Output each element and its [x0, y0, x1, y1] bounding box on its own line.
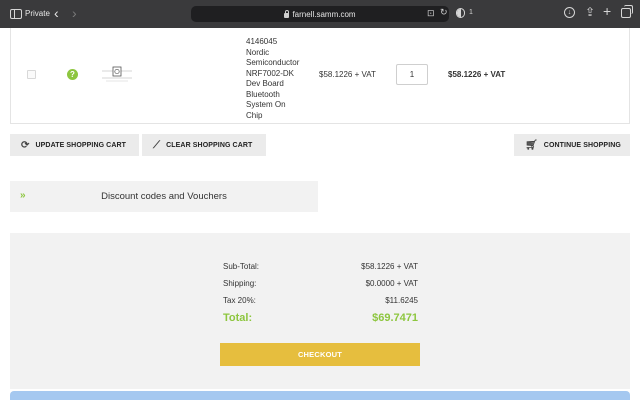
- unit-price: $58.1226 + VAT: [319, 70, 376, 79]
- url-text: farnell.samm.com: [292, 9, 356, 19]
- sidebar-icon[interactable]: [10, 9, 22, 19]
- update-cart-label: UPDATE SHOPPING CART: [35, 141, 127, 149]
- subtotal-label: Sub-Total:: [223, 262, 260, 271]
- tax-value: $11.6245: [385, 296, 418, 305]
- cart-icon: 🛒︎: [525, 139, 538, 151]
- refresh-icon[interactable]: ↻: [440, 7, 448, 18]
- continue-shopping-label: CONTINUE SHOPPING: [543, 141, 621, 149]
- new-tab-icon[interactable]: +: [603, 3, 611, 19]
- remove-checkbox[interactable]: [27, 70, 36, 79]
- total-label: Total:: [223, 312, 253, 324]
- tabs-overview-icon[interactable]: [621, 5, 633, 18]
- order-totals: Sub-Total: $58.1226 + VAT Shipping: $0.0…: [10, 233, 630, 389]
- clear-cart-label: CLEAR SHOPPING CART: [166, 141, 253, 149]
- total-value: $69.7471: [372, 312, 418, 324]
- shield-icon[interactable]: [456, 8, 465, 18]
- row-total: $58.1226 + VAT: [448, 70, 506, 79]
- address-bar[interactable]: farnell.samm.com: [191, 6, 449, 22]
- back-icon[interactable]: ‹: [54, 5, 59, 21]
- quantity-input[interactable]: 1: [396, 64, 428, 85]
- share-icon[interactable]: ⇪: [585, 5, 595, 19]
- refresh-icon: ⟳: [21, 139, 30, 151]
- shield-count: 1: [469, 9, 473, 16]
- download-icon[interactable]: ↓: [564, 7, 575, 18]
- continue-shopping-button[interactable]: 🛒︎ CONTINUE SHOPPING: [514, 134, 630, 156]
- discount-label: Discount codes and Vouchers: [101, 191, 227, 202]
- checkout-button[interactable]: CHECKOUT: [220, 343, 420, 366]
- product-thumbnail[interactable]: [100, 64, 134, 86]
- info-banner: [10, 391, 630, 400]
- private-label: Private: [25, 9, 50, 18]
- shipping-value: $0.0000 + VAT: [365, 279, 418, 288]
- discount-accordion[interactable]: » Discount codes and Vouchers: [10, 181, 318, 212]
- browser-toolbar: Private ‹ › farnell.samm.com ⊡ ↻ 1 ↓ ⇪ +: [0, 0, 640, 28]
- translate-icon[interactable]: ⊡: [427, 8, 435, 19]
- subtotal-value: $58.1226 + VAT: [361, 262, 418, 271]
- broom-icon: ⟋: [153, 139, 161, 151]
- forward-icon[interactable]: ›: [72, 5, 77, 21]
- shipping-label: Shipping:: [223, 279, 257, 288]
- tax-label: Tax 20%:: [223, 296, 256, 305]
- help-icon[interactable]: ?: [67, 69, 78, 80]
- product-description[interactable]: 4146045 Nordic Semiconductor NRF7002-DK …: [246, 37, 308, 121]
- lock-icon: [284, 9, 290, 18]
- update-cart-button[interactable]: ⟳ UPDATE SHOPPING CART: [10, 134, 139, 156]
- clear-cart-button[interactable]: ⟋ CLEAR SHOPPING CART: [142, 134, 266, 156]
- cart-item-row: ? 4146045 Nordic Semiconductor NRF7002-D…: [10, 28, 630, 124]
